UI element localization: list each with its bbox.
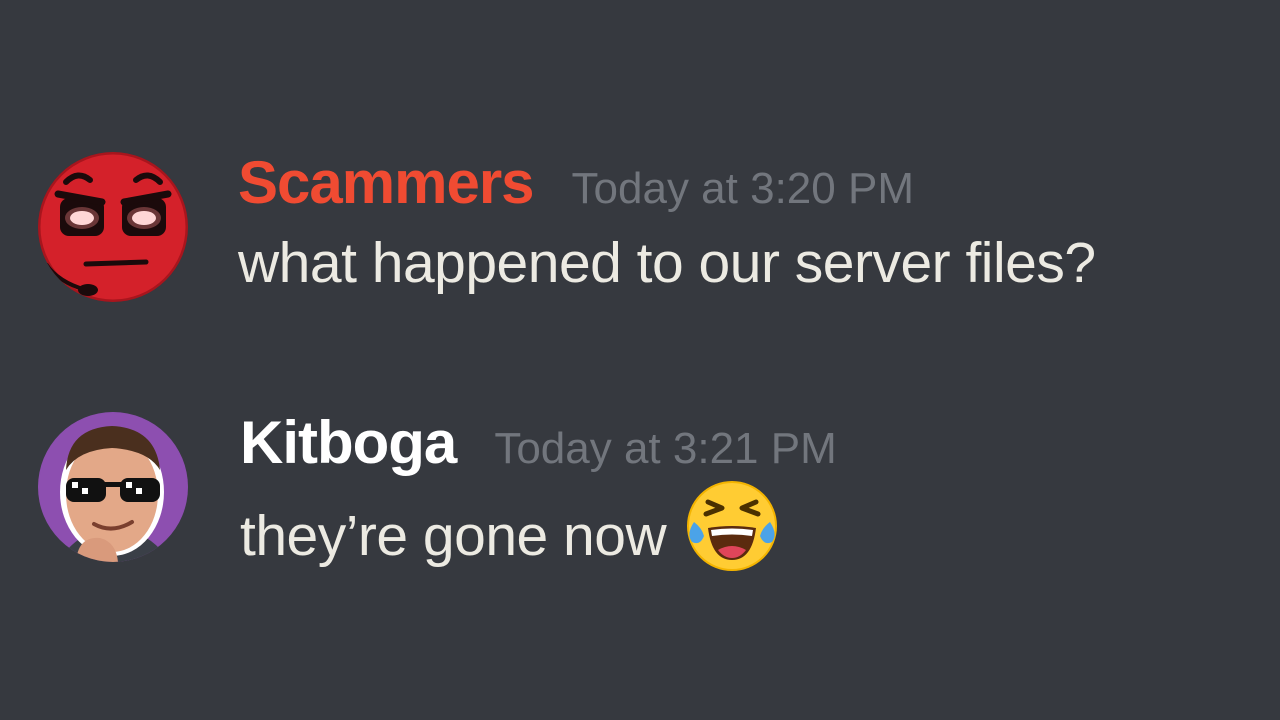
timestamp: Today at 3:20 PM bbox=[571, 164, 914, 213]
message-header: Kitboga Today at 3:21 PM bbox=[240, 408, 837, 477]
avatar[interactable] bbox=[38, 412, 188, 562]
message-header: Scammers Today at 3:20 PM bbox=[238, 148, 914, 217]
username[interactable]: Kitboga bbox=[240, 409, 457, 476]
username[interactable]: Scammers bbox=[238, 149, 535, 216]
message-text: they’re gone now bbox=[240, 481, 780, 588]
laughing-tears-emoji-icon bbox=[684, 478, 780, 588]
avatar[interactable] bbox=[38, 152, 188, 302]
message-text-body: they’re gone now bbox=[240, 504, 667, 569]
person-with-sunglasses-icon bbox=[38, 412, 188, 562]
red-angry-face-icon bbox=[38, 152, 188, 302]
timestamp: Today at 3:21 PM bbox=[494, 424, 837, 473]
message-text: what happened to our server files? bbox=[238, 231, 1096, 295]
chat-area: Scammers Today at 3:20 PM what happened t… bbox=[0, 0, 1280, 720]
